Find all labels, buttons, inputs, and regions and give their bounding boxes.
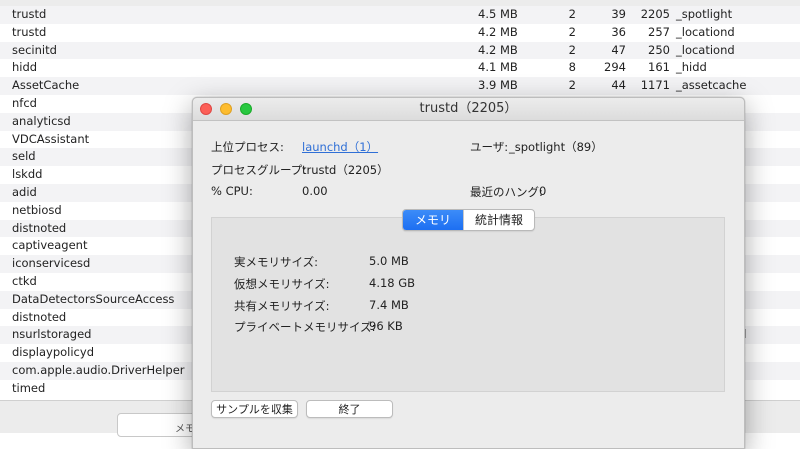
parent-process-label: 上位プロセス: <box>211 140 284 154</box>
recent-hangs-value: 0 <box>539 184 547 198</box>
table-row[interactable]: hidd 4.1 MB 8 294 161 _hidd <box>0 59 800 77</box>
process-inspector-window: trustd（2205） 上位プロセス: launchd（1） ユーザ: _sp… <box>192 97 745 449</box>
tab-statistics[interactable]: 統計情報 <box>463 210 534 230</box>
virtual-memory-value: 4.18 GB <box>369 276 416 290</box>
process-group-value: trustd（2205） <box>302 163 389 177</box>
process-name-cell: adid <box>12 185 37 199</box>
process-name-cell: seld <box>12 149 36 164</box>
window-title: trustd（2205） <box>419 101 518 116</box>
real-memory-value: 5.0 MB <box>369 254 409 268</box>
pid-cell: 250 <box>648 42 670 57</box>
threads-cell: 2 <box>568 24 576 39</box>
process-name-cell: netbiosd <box>12 202 62 217</box>
process-name-cell: VDCAssistant <box>12 131 90 146</box>
pid-cell: 2205 <box>640 7 670 21</box>
user-cell: _assetcache <box>676 78 747 93</box>
process-name-cell: lskdd <box>12 167 43 182</box>
memory-cell: 4.5 MB <box>478 7 518 21</box>
threads-cell: 2 <box>568 78 576 93</box>
user-cell: _spotlight <box>676 7 733 21</box>
process-name-cell: DataDetectorsSourceAccess <box>12 291 175 306</box>
process-name-cell: hidd <box>12 60 38 75</box>
process-name-cell: trustd <box>12 7 47 21</box>
recent-hangs-label: 最近のハング: <box>470 185 543 199</box>
ports-cell: 39 <box>611 7 626 21</box>
ports-cell: 44 <box>611 78 626 93</box>
cpu-label: % CPU: <box>211 184 253 198</box>
process-name-cell: nsurlstoraged <box>12 327 92 342</box>
pid-cell: 257 <box>648 24 670 39</box>
shared-memory-label: 共有メモリサイズ: <box>234 299 330 313</box>
process-name-cell: captiveagent <box>12 238 88 253</box>
ports-cell: 47 <box>611 42 626 57</box>
table-row[interactable]: secinitd 4.2 MB 2 47 250 _locationd <box>0 41 800 60</box>
table-row[interactable]: AssetCache 3.9 MB 2 44 1171 _assetcache <box>0 77 800 95</box>
shared-memory-value: 7.4 MB <box>369 298 409 312</box>
quit-process-button[interactable]: 終了 <box>306 400 393 418</box>
tab-memory[interactable]: メモリ <box>403 210 463 230</box>
memory-cell: 3.9 MB <box>478 78 518 93</box>
table-row[interactable]: trustd 4.2 MB 2 36 257 _locationd <box>0 24 800 42</box>
private-memory-value: 96 KB <box>369 319 403 333</box>
process-name-cell: displaypolicyd <box>12 345 94 360</box>
process-name-cell: timed <box>12 380 46 395</box>
ports-cell: 36 <box>611 24 626 39</box>
user-cell: _locationd <box>676 42 735 57</box>
sample-process-button[interactable]: サンプルを収集 <box>211 400 298 418</box>
inspector-tab-control: メモリ 統計情報 <box>402 209 535 231</box>
user-value: _spotlight（89） <box>509 140 603 154</box>
private-memory-label: プライベートメモリサイズ: <box>234 320 376 334</box>
user-cell: _locationd <box>676 24 735 39</box>
real-memory-label: 実メモリサイズ: <box>234 255 319 269</box>
process-name-cell: trustd <box>12 24 47 39</box>
memory-cell: 4.2 MB <box>478 42 518 57</box>
memory-cell: 4.1 MB <box>478 60 518 75</box>
window-titlebar[interactable]: trustd（2205） <box>193 98 744 121</box>
process-name-cell: ctkd <box>12 274 37 288</box>
cpu-value: 0.00 <box>302 184 328 198</box>
process-name-cell: nfcd <box>12 96 37 110</box>
table-row[interactable]: trustd 4.5 MB 2 39 2205 _spotlight <box>0 6 800 24</box>
process-name-cell: com.apple.audio.DriverHelper <box>12 363 185 377</box>
virtual-memory-label: 仮想メモリサイズ: <box>234 277 330 291</box>
process-name-cell: AssetCache <box>12 78 80 93</box>
process-name-cell: distnoted <box>12 220 67 235</box>
threads-cell: 2 <box>568 42 576 57</box>
process-name-cell: secinitd <box>12 42 57 57</box>
parent-process-link[interactable]: launchd（1） <box>302 139 378 155</box>
pid-cell: 161 <box>648 60 670 75</box>
process-name-cell: iconservicesd <box>12 256 91 271</box>
pid-cell: 1171 <box>640 78 670 93</box>
memory-cell: 4.2 MB <box>478 24 518 39</box>
process-group-label: プロセスグループ: <box>211 163 307 177</box>
ports-cell: 294 <box>604 60 626 75</box>
process-name-cell: distnoted <box>12 309 67 324</box>
threads-cell: 8 <box>568 60 576 75</box>
process-name-cell: analyticsd <box>12 113 71 128</box>
threads-cell: 2 <box>568 7 576 21</box>
memory-panel: 実メモリサイズ: 5.0 MB 仮想メモリサイズ: 4.18 GB 共有メモリサ… <box>211 217 725 392</box>
user-label: ユーザ: <box>470 140 509 154</box>
user-cell: _hidd <box>676 60 707 75</box>
